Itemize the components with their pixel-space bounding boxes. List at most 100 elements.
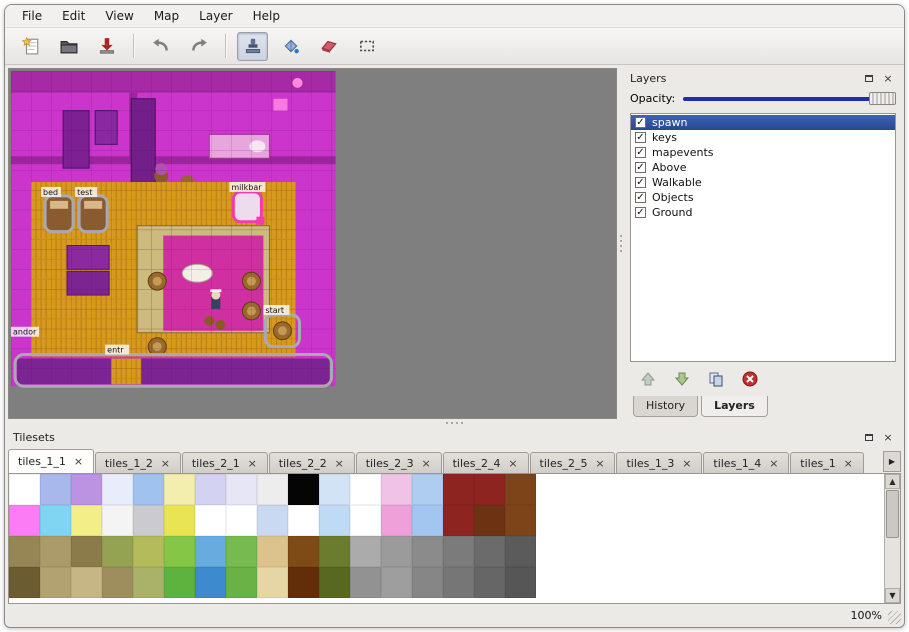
tileset-tile[interactable]: [71, 505, 102, 536]
close-tab-icon[interactable]: ×: [508, 458, 519, 469]
tileset-tile[interactable]: [381, 474, 412, 505]
layer-row[interactable]: ✓ mapevents: [631, 145, 895, 160]
tileset-tile[interactable]: [71, 536, 102, 567]
undo-button[interactable]: [145, 32, 176, 61]
tileset-tab[interactable]: tiles_1 ×: [790, 452, 863, 473]
tileset-scrollbar[interactable]: ▲ ▼: [884, 474, 900, 603]
tileset-tile[interactable]: [164, 474, 195, 505]
tileset-tile[interactable]: [288, 536, 319, 567]
map-canvas[interactable]: bed test milkbar start entr andor: [9, 69, 616, 418]
raise-layer-button[interactable]: [637, 368, 659, 390]
tileset-grid[interactable]: [9, 474, 536, 598]
layer-row[interactable]: ✓ spawn: [631, 115, 895, 130]
tileset-tile[interactable]: [443, 505, 474, 536]
map-object-milkbar[interactable]: [233, 192, 264, 225]
tileset-tile[interactable]: [288, 567, 319, 598]
layer-visibility-checkbox[interactable]: ✓: [635, 177, 646, 188]
tileset-tile[interactable]: [319, 505, 350, 536]
stamp-brush-button[interactable]: [237, 32, 268, 61]
tileset-tile[interactable]: [474, 474, 505, 505]
tileset-tile[interactable]: [319, 474, 350, 505]
tileset-tile[interactable]: [164, 567, 195, 598]
layer-row[interactable]: ✓ keys: [631, 130, 895, 145]
menu-item-layer[interactable]: Layer: [190, 7, 241, 25]
tileset-tile[interactable]: [9, 536, 40, 567]
tileset-tile[interactable]: [443, 474, 474, 505]
layer-row[interactable]: ✓ Objects: [631, 190, 895, 205]
float-dock-button[interactable]: [861, 430, 877, 445]
tileset-tile[interactable]: [381, 567, 412, 598]
tileset-tab[interactable]: tiles_2_2 ×: [269, 452, 355, 473]
tileset-tile[interactable]: [257, 536, 288, 567]
scroll-down-button[interactable]: ▼: [885, 588, 900, 603]
menu-item-file[interactable]: File: [13, 7, 51, 25]
tileset-tile[interactable]: [40, 567, 71, 598]
tileset-tile[interactable]: [443, 567, 474, 598]
horizontal-splitter[interactable]: [5, 419, 904, 427]
tileset-tile[interactable]: [288, 474, 319, 505]
tileset-tile[interactable]: [226, 536, 257, 567]
tileset-tile[interactable]: [195, 536, 226, 567]
tileset-tile[interactable]: [381, 536, 412, 567]
tileset-tab[interactable]: tiles_1_2 ×: [95, 452, 181, 473]
tileset-tile[interactable]: [257, 474, 288, 505]
menu-item-view[interactable]: View: [96, 7, 142, 25]
tileset-tile[interactable]: [288, 505, 319, 536]
tileset-tile[interactable]: [40, 536, 71, 567]
rectangular-select-button[interactable]: [351, 32, 382, 61]
tab-history[interactable]: History: [633, 396, 698, 417]
tileset-tab[interactable]: tiles_2_4 ×: [443, 452, 529, 473]
layer-visibility-checkbox[interactable]: ✓: [635, 147, 646, 158]
open-button[interactable]: [53, 32, 84, 61]
tileset-tile[interactable]: [195, 505, 226, 536]
tileset-tile[interactable]: [40, 505, 71, 536]
tileset-tile[interactable]: [226, 474, 257, 505]
scrollbar-track[interactable]: [885, 539, 900, 588]
layer-visibility-checkbox[interactable]: ✓: [635, 162, 646, 173]
new-map-button[interactable]: [15, 32, 46, 61]
eraser-button[interactable]: [313, 32, 344, 61]
tileset-tile[interactable]: [164, 536, 195, 567]
close-dock-button[interactable]: ×: [880, 71, 896, 86]
tileset-tile[interactable]: [474, 505, 505, 536]
tileset-tab[interactable]: tiles_1_3 ×: [616, 452, 702, 473]
opacity-slider[interactable]: [683, 91, 896, 106]
tileset-tile[interactable]: [133, 505, 164, 536]
tileset-tile[interactable]: [133, 567, 164, 598]
bucket-fill-button[interactable]: [275, 32, 306, 61]
tileset-tile[interactable]: [505, 505, 536, 536]
tileset-tile[interactable]: [9, 505, 40, 536]
tileset-tab[interactable]: tiles_2_3 ×: [356, 452, 442, 473]
opacity-slider-track[interactable]: [683, 97, 894, 101]
tileset-view[interactable]: ▲ ▼: [8, 473, 901, 604]
tileset-tile[interactable]: [195, 567, 226, 598]
tileset-tab[interactable]: tiles_1_4 ×: [703, 452, 789, 473]
tileset-tile[interactable]: [350, 474, 381, 505]
tileset-tile[interactable]: [71, 567, 102, 598]
tileset-tile[interactable]: [350, 505, 381, 536]
float-dock-button[interactable]: [861, 71, 877, 86]
tileset-tile[interactable]: [474, 567, 505, 598]
tileset-tile[interactable]: [102, 567, 133, 598]
close-tab-icon[interactable]: ×: [73, 456, 84, 467]
tileset-tile[interactable]: [102, 536, 133, 567]
close-tab-icon[interactable]: ×: [843, 458, 854, 469]
tileset-tile[interactable]: [9, 474, 40, 505]
layer-visibility-checkbox[interactable]: ✓: [635, 132, 646, 143]
tileset-tile[interactable]: [40, 474, 71, 505]
tileset-tile[interactable]: [350, 536, 381, 567]
close-tab-icon[interactable]: ×: [160, 458, 171, 469]
tileset-tab[interactable]: tiles_2_5 ×: [530, 452, 616, 473]
close-tab-icon[interactable]: ×: [247, 458, 258, 469]
map-object-bed[interactable]: [45, 196, 73, 232]
tileset-tab[interactable]: tiles_1_1 ×: [8, 449, 94, 473]
tileset-tile[interactable]: [505, 567, 536, 598]
vertical-splitter[interactable]: [617, 68, 625, 419]
tileset-tile[interactable]: [505, 474, 536, 505]
tileset-tile[interactable]: [133, 474, 164, 505]
resize-grip[interactable]: [888, 611, 901, 624]
duplicate-layer-button[interactable]: [705, 368, 727, 390]
tileset-tab[interactable]: tiles_2_1 ×: [182, 452, 268, 473]
opacity-slider-handle[interactable]: [869, 92, 896, 105]
tab-layers[interactable]: Layers: [701, 396, 768, 417]
